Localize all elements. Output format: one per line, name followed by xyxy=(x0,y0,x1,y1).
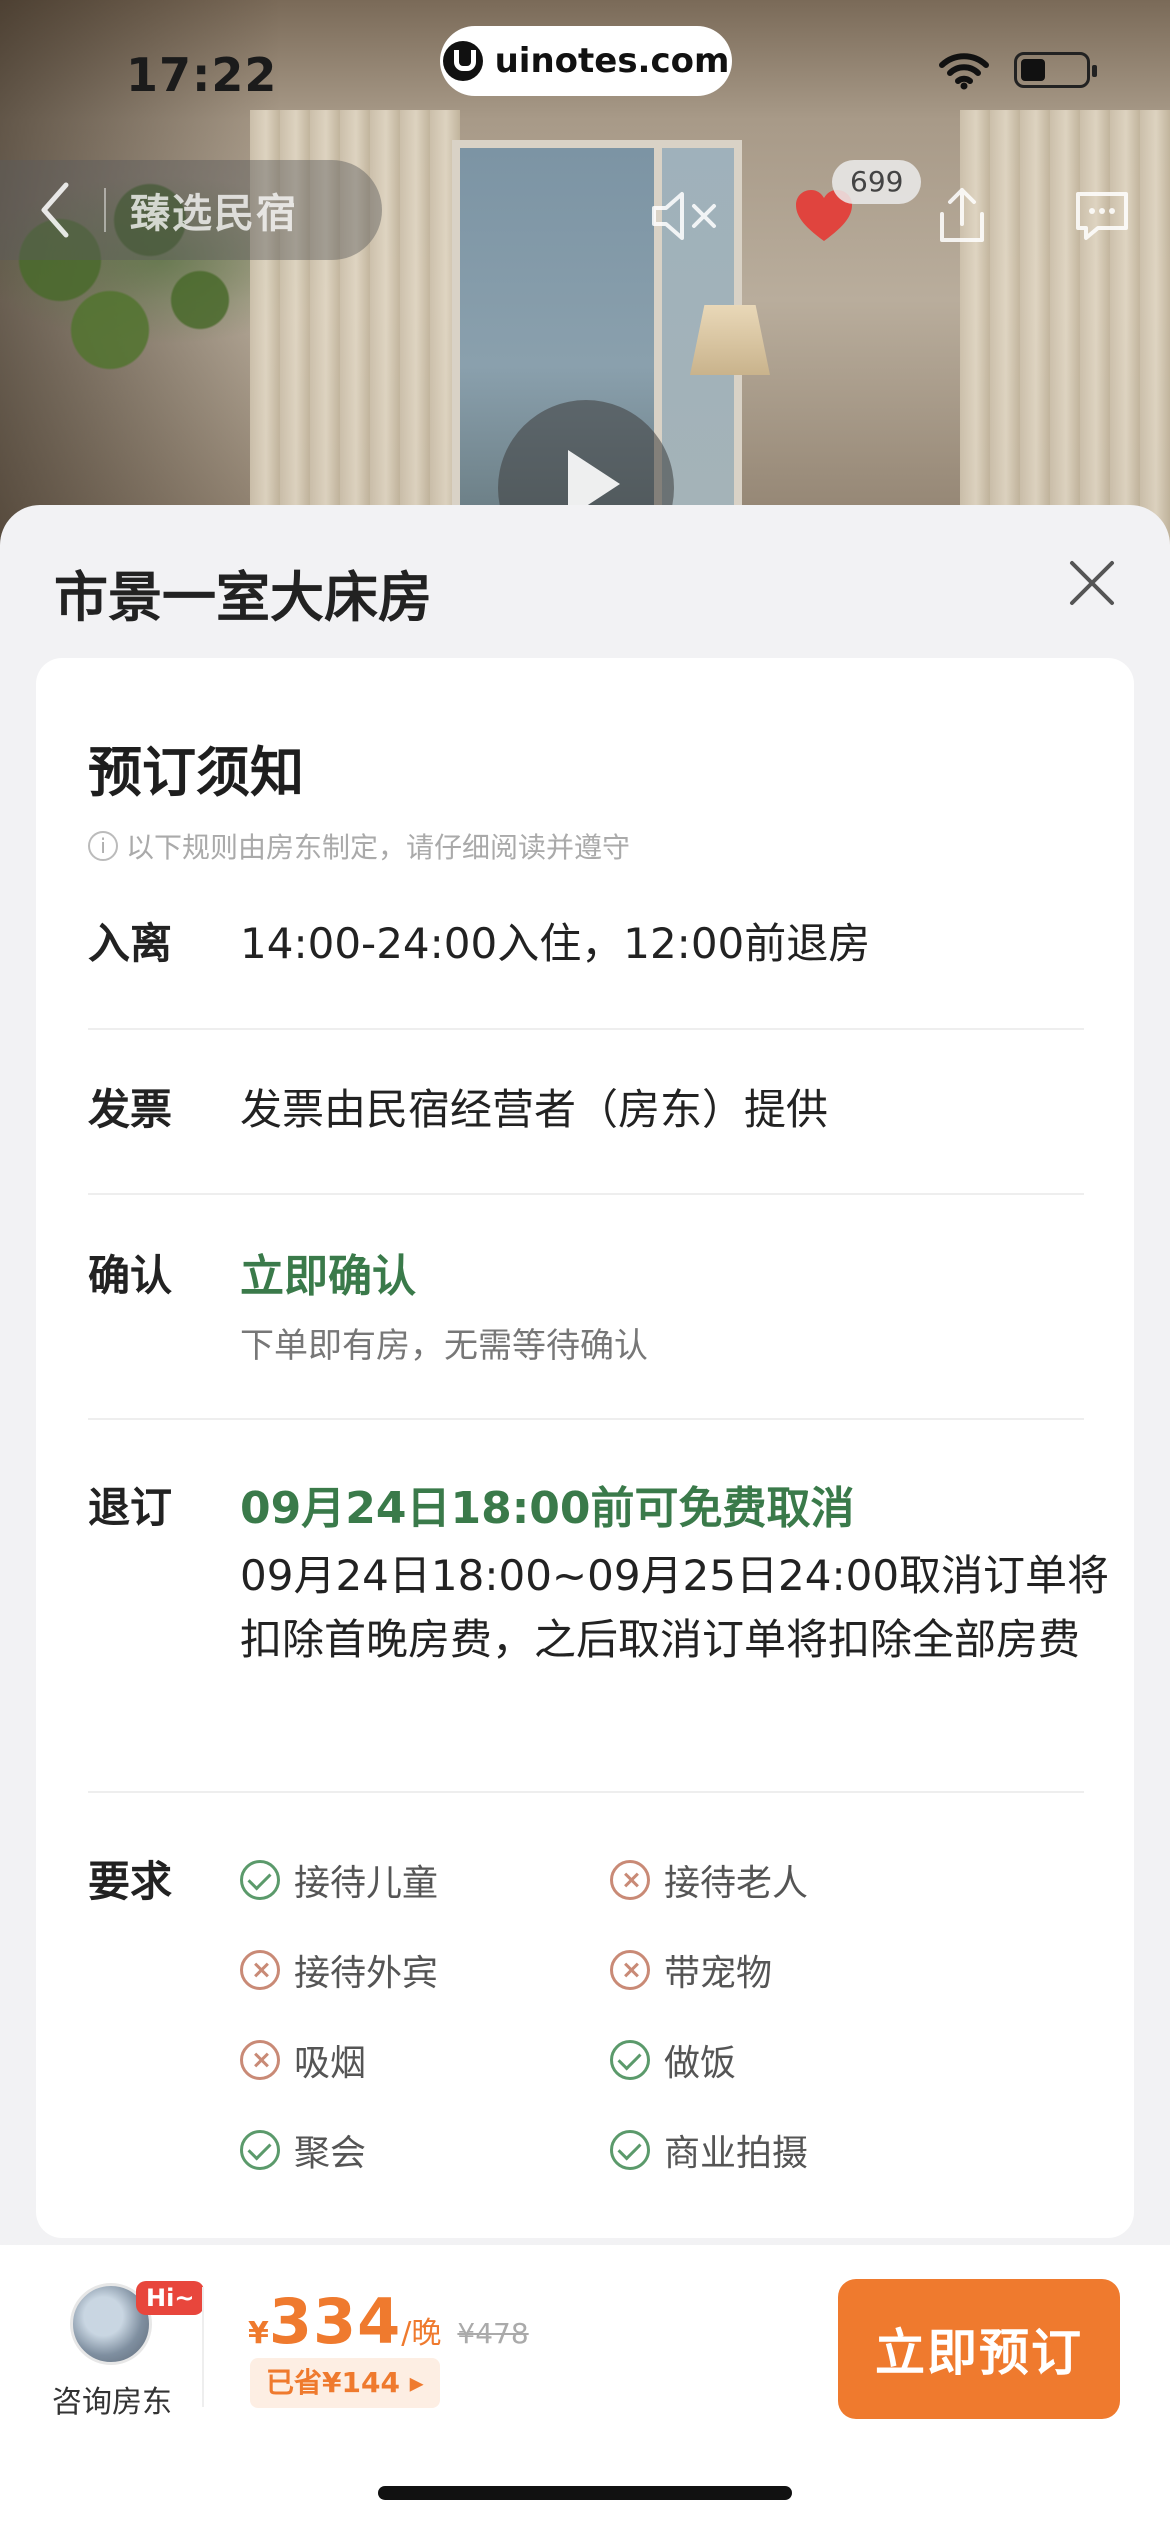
requirement-text: 接待儿童 xyxy=(294,1863,439,1904)
status-icons xyxy=(938,52,1097,90)
requirement-text: 做饭 xyxy=(664,2043,737,2084)
info-icon: i xyxy=(88,831,118,861)
divider xyxy=(88,1028,1084,1030)
requirements-label: 要求 xyxy=(88,1857,173,1906)
confirm-sub: 下单即有房，无需等待确认 xyxy=(240,1326,648,1366)
status-time: 17:22 xyxy=(126,48,278,102)
hi-badge: Hi~ xyxy=(136,2281,205,2315)
checkin-label: 入离 xyxy=(88,919,173,968)
check-circle-icon xyxy=(240,2130,280,2170)
requirement-item: 接待儿童 xyxy=(240,1854,438,1906)
saved-amount-tag[interactable]: 已省¥144 ▸ xyxy=(250,2358,440,2408)
requirement-item: 接待老人 xyxy=(610,1854,808,1906)
divider xyxy=(88,1193,1084,1195)
invoice-value: 发票由民宿经营者（房东）提供 xyxy=(240,1085,829,1134)
divider xyxy=(88,1791,1084,1793)
notice-note-text: 以下规则由房东制定，请仔细阅读并遵守 xyxy=(126,831,631,864)
cancel-label: 退订 xyxy=(88,1483,173,1532)
close-icon[interactable] xyxy=(1064,555,1120,611)
share-icon[interactable] xyxy=(924,178,1000,254)
invoice-label: 发票 xyxy=(88,1085,173,1134)
cancel-value: 09月24日18:00前可免费取消 xyxy=(240,1483,855,1534)
consult-host-button[interactable]: 咨询房东 xyxy=(52,2377,172,2421)
mute-icon[interactable] xyxy=(648,178,724,254)
requirement-text: 聚会 xyxy=(294,2133,367,2174)
requirement-text: 吸烟 xyxy=(294,2043,367,2084)
requirement-item: 聚会 xyxy=(240,2124,366,2176)
requirement-item: 做饭 xyxy=(610,2034,736,2086)
requirement-item: 商业拍摄 xyxy=(610,2124,808,2176)
notice-title: 预订须知 xyxy=(88,741,304,804)
requirement-text: 商业拍摄 xyxy=(664,2133,809,2174)
nav-actions xyxy=(0,168,1170,258)
requirement-item: 带宠物 xyxy=(610,1944,772,1996)
price-value: 334 xyxy=(268,2285,402,2358)
confirm-label: 确认 xyxy=(88,1251,173,1300)
book-now-button[interactable]: 立即预订 xyxy=(838,2279,1120,2419)
watermark-logo-icon xyxy=(442,41,483,81)
cross-circle-icon xyxy=(240,2040,280,2080)
price-unit: /晚 xyxy=(401,2316,442,2351)
room-title: 市景一室大床房 xyxy=(54,566,432,629)
booking-notice-sheet: 市景一室大床房 预订须知 i 以下规则由房东制定，请仔细阅读并遵守 入离 14:… xyxy=(0,505,1170,2245)
battery-icon xyxy=(1014,52,1097,88)
checkin-value: 14:00-24:00入住，12:00前退房 xyxy=(240,919,871,968)
bar-divider xyxy=(202,2287,204,2407)
requirement-item: 接待外宾 xyxy=(240,1944,438,1996)
cross-circle-icon xyxy=(240,1950,280,1990)
message-icon[interactable] xyxy=(1064,178,1140,254)
like-count-badge: 699 xyxy=(832,160,922,204)
requirement-text: 带宠物 xyxy=(664,1953,773,1994)
cross-circle-icon xyxy=(610,1860,650,1900)
confirm-value: 立即确认 xyxy=(240,1251,416,1302)
requirement-text: 接待外宾 xyxy=(294,1953,439,1994)
requirement-item: 吸烟 xyxy=(240,2034,366,2086)
requirement-text: 接待老人 xyxy=(664,1863,809,1904)
check-circle-icon xyxy=(610,2130,650,2170)
check-circle-icon xyxy=(240,1860,280,1900)
cross-circle-icon xyxy=(610,1950,650,1990)
watermark-text: uinotes.com xyxy=(494,41,730,81)
cancel-detail: 09月24日18:00~09月25日24:00取消订单将扣除首晚房费，之后取消订… xyxy=(240,1551,1110,1664)
price-currency: ¥ xyxy=(248,2316,269,2351)
bottom-bar: Hi~ 咨询房东 ¥ 334 /晚 ¥478 已省¥144 ▸ 立即预订 xyxy=(0,2245,1170,2532)
price-row: ¥ 334 /晚 ¥478 xyxy=(248,2285,529,2358)
original-price: ¥478 xyxy=(457,2317,529,2350)
notice-card: 预订须知 i 以下规则由房东制定，请仔细阅读并遵守 入离 14:00-24:00… xyxy=(36,658,1134,2238)
check-circle-icon xyxy=(610,2040,650,2080)
notice-note: i 以下规则由房东制定，请仔细阅读并遵守 xyxy=(88,826,630,866)
wifi-icon xyxy=(938,52,990,90)
watermark-badge: uinotes.com xyxy=(440,26,732,96)
home-indicator xyxy=(378,2486,792,2500)
divider xyxy=(88,1418,1084,1420)
